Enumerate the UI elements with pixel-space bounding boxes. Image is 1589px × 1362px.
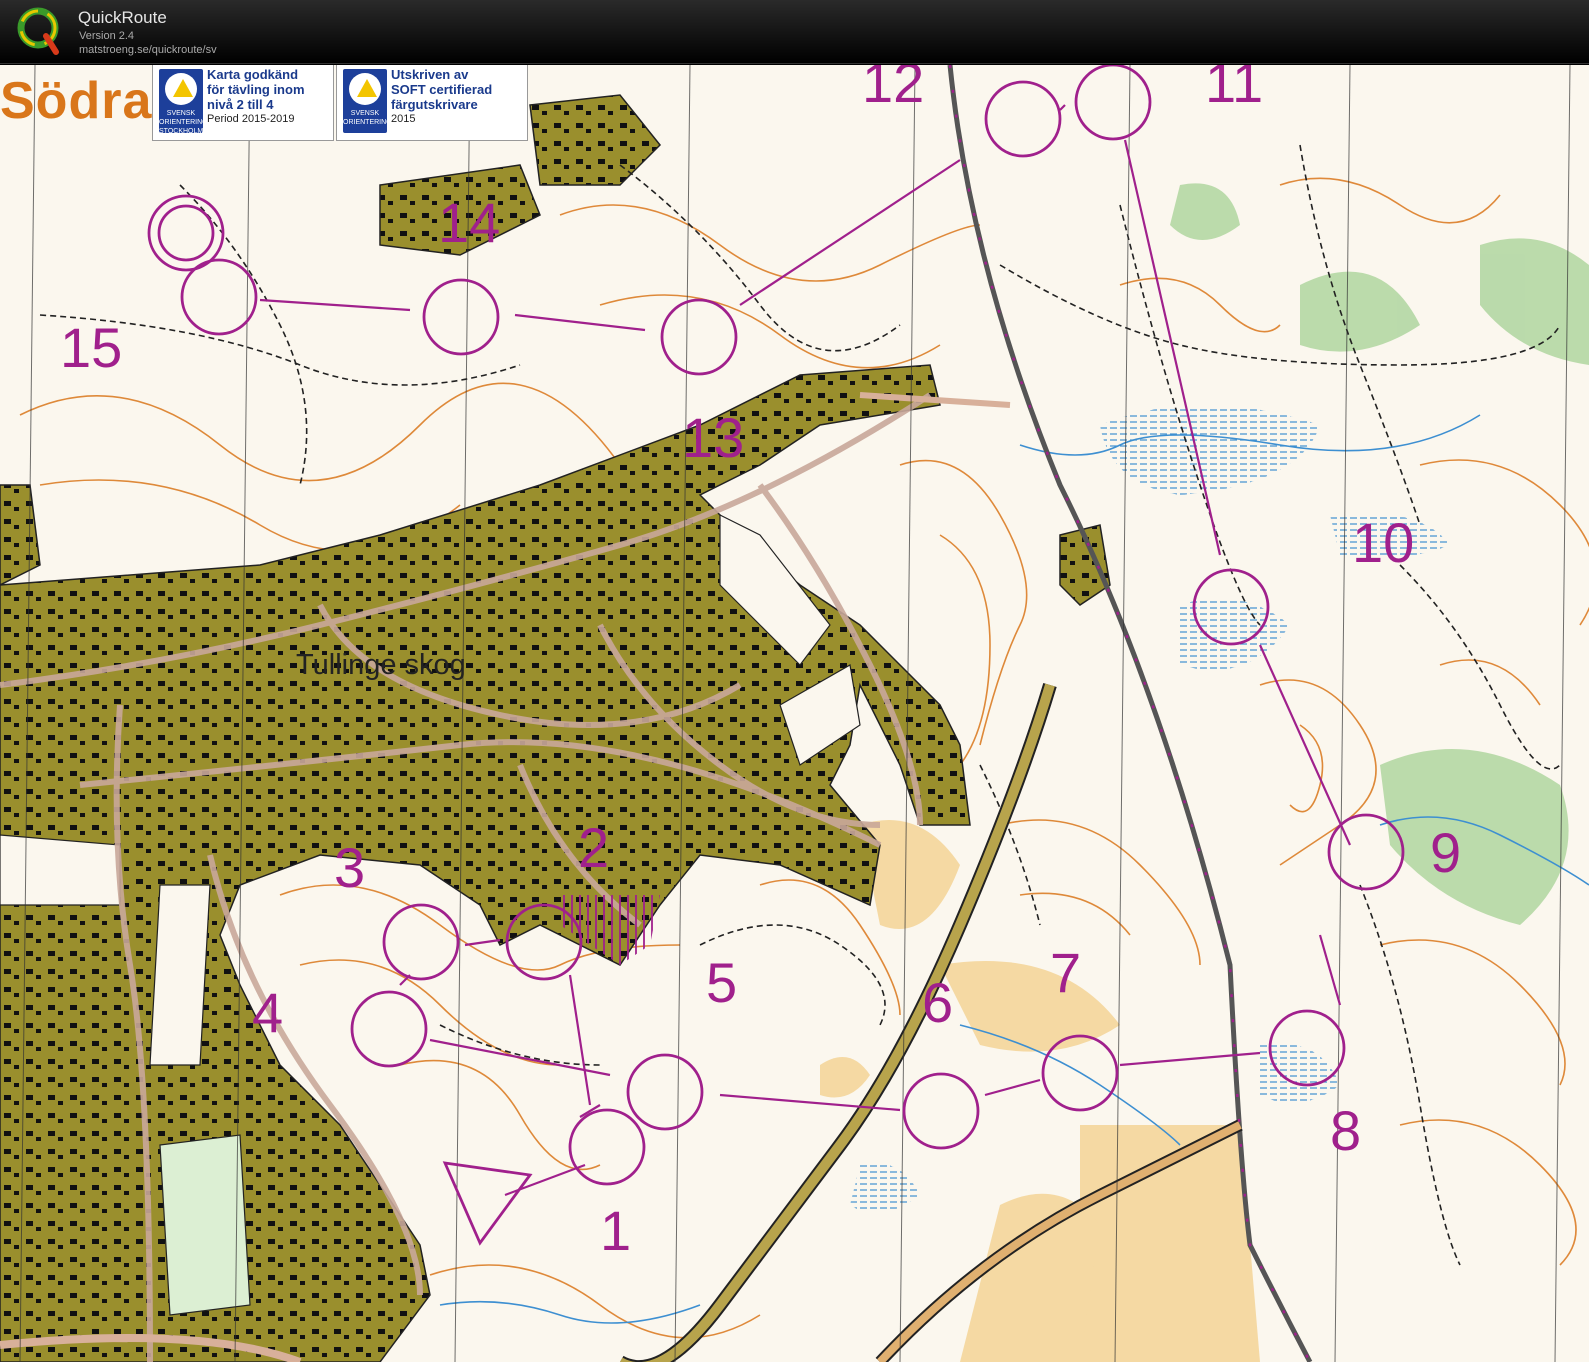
control-number-4: 4: [252, 981, 284, 1044]
control-number-10: 10: [1352, 511, 1415, 574]
orienteering-map[interactable]: Södra SVENSK ORIENTERING STOCKHOLM Karta…: [0, 65, 1589, 1362]
control-number-9: 9: [1430, 821, 1462, 884]
control-number-3: 3: [334, 836, 366, 899]
quickroute-logo-icon: [17, 7, 59, 55]
app-url[interactable]: matstroeng.se/quickroute/sv: [79, 44, 217, 56]
app-version: Version 2.4: [79, 30, 135, 42]
control-number-15: 15: [60, 316, 123, 379]
control-number-14: 14: [438, 191, 501, 254]
control-number-8: 8: [1330, 1099, 1362, 1162]
title-bar: QuickRoute Version 2.4 matstroeng.se/qui…: [0, 0, 1589, 64]
map-approval-badge: SVENSK ORIENTERING STOCKHOLM Karta godkä…: [152, 65, 334, 141]
svensk-orientering-logo-icon: SVENSK ORIENTERING STOCKHOLM: [159, 69, 208, 135]
map-canvas: [0, 65, 1589, 1362]
control-number-7: 7: [1050, 941, 1082, 1004]
control-number-13: 13: [682, 406, 745, 469]
control-number-12: 12: [862, 65, 925, 114]
control-number-6: 6: [922, 971, 954, 1034]
area-name: Södra: [0, 72, 153, 130]
control-number-2: 2: [578, 816, 610, 879]
print-certification-badge: SVENSK ORIENTERING Utskriven av SOFT cer…: [336, 65, 528, 141]
place-label: Tullinge skog: [296, 649, 466, 681]
svensk-orientering-logo-icon: SVENSK ORIENTERING: [343, 69, 392, 133]
control-number-1: 1: [600, 1199, 632, 1262]
control-number-5: 5: [706, 951, 738, 1014]
control-number-11: 11: [1205, 65, 1264, 114]
app-title: QuickRoute: [78, 8, 167, 27]
